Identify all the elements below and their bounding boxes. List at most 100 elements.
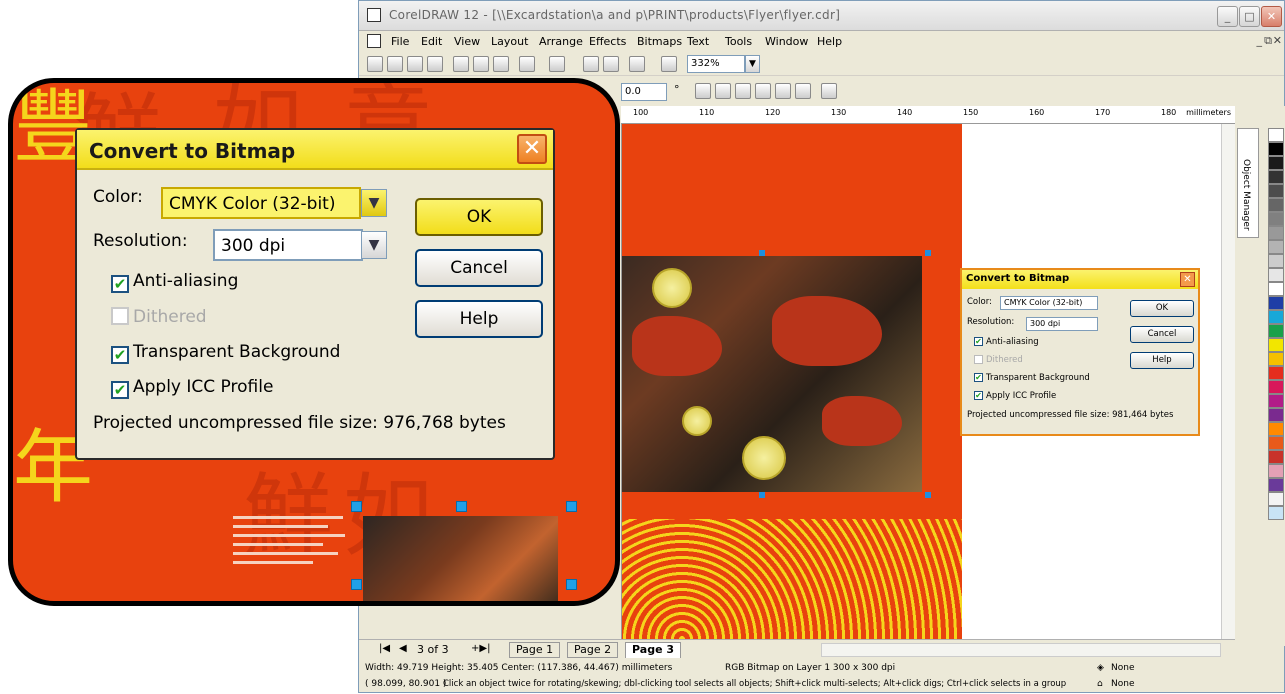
doc-close-button[interactable]: ✕ xyxy=(1273,34,1282,47)
vertical-scrollbar[interactable] xyxy=(1221,124,1235,639)
selection-handle[interactable] xyxy=(351,579,362,590)
menu-help[interactable]: Help xyxy=(817,35,842,48)
color-swatch[interactable] xyxy=(1268,506,1284,520)
selection-handle[interactable] xyxy=(566,501,577,512)
tab-page-3[interactable]: Page 3 xyxy=(625,642,682,658)
minimize-button[interactable]: _ xyxy=(1217,6,1238,27)
selection-handle[interactable] xyxy=(566,579,577,590)
help-button[interactable]: Help xyxy=(1130,352,1194,369)
color-swatch[interactable] xyxy=(1268,296,1284,310)
color-swatch[interactable] xyxy=(1268,436,1284,450)
anti-aliasing-checkbox[interactable]: ✔ Anti-aliasing xyxy=(974,337,1039,347)
flyer-page[interactable] xyxy=(622,124,962,639)
menu-bitmaps[interactable]: Bitmaps xyxy=(637,35,682,48)
open-icon[interactable] xyxy=(387,56,403,72)
copy-icon[interactable] xyxy=(473,56,489,72)
chevron-down-icon[interactable]: ▼ xyxy=(361,231,387,259)
selection-handle[interactable] xyxy=(351,501,362,512)
drawing-canvas[interactable]: Convert to Bitmap ✕ Color: CMYK Color (3… xyxy=(621,124,1221,639)
transparent-background-checkbox[interactable]: ✔ Transparent Background xyxy=(974,373,1090,383)
edit-bitmap-icon[interactable] xyxy=(755,83,771,99)
cancel-button[interactable]: Cancel xyxy=(415,249,543,287)
selection-handle[interactable] xyxy=(759,492,765,498)
color-swatch[interactable] xyxy=(1268,198,1284,212)
color-swatch[interactable] xyxy=(1268,254,1284,268)
color-swatch[interactable] xyxy=(1268,422,1284,436)
menu-edit[interactable]: Edit xyxy=(421,35,442,48)
bitmap-color-mask-icon[interactable] xyxy=(821,83,837,99)
color-swatch[interactable] xyxy=(1268,492,1284,506)
no-color-swatch[interactable] xyxy=(1268,128,1284,142)
close-button[interactable]: ✕ xyxy=(1261,6,1282,27)
color-swatch[interactable] xyxy=(1268,478,1284,492)
color-swatch[interactable] xyxy=(1268,450,1284,464)
print-icon[interactable] xyxy=(427,56,443,72)
color-swatch[interactable] xyxy=(1268,380,1284,394)
corel-online-icon[interactable] xyxy=(661,56,677,72)
help-button[interactable]: Help xyxy=(415,300,543,338)
paste-icon[interactable] xyxy=(493,56,509,72)
save-icon[interactable] xyxy=(407,56,423,72)
resolution-select[interactable]: 300 dpi xyxy=(213,229,363,261)
menu-layout[interactable]: Layout xyxy=(491,35,528,48)
zoom-dropdown-icon[interactable]: ▼ xyxy=(745,55,760,73)
wrap-text-icon[interactable] xyxy=(695,83,711,99)
color-swatch[interactable] xyxy=(1268,394,1284,408)
ok-button[interactable]: OK xyxy=(1130,300,1194,317)
color-swatch[interactable] xyxy=(1268,184,1284,198)
tab-page-1[interactable]: Page 1 xyxy=(509,642,561,658)
maximize-button[interactable]: □ xyxy=(1239,6,1260,27)
menu-file[interactable]: File xyxy=(391,35,409,48)
zoom-level-input[interactable]: 332% xyxy=(687,55,745,73)
color-swatch[interactable] xyxy=(1268,142,1284,156)
color-swatch[interactable] xyxy=(1268,366,1284,380)
seafood-bitmap[interactable] xyxy=(622,256,922,492)
transparent-background-checkbox[interactable]: ✔ Transparent Background xyxy=(111,342,340,364)
menu-view[interactable]: View xyxy=(454,35,480,48)
menu-tools[interactable]: Tools xyxy=(725,35,752,48)
color-swatch[interactable] xyxy=(1268,170,1284,184)
color-swatch[interactable] xyxy=(1268,226,1284,240)
chevron-down-icon[interactable]: ▼ xyxy=(361,189,387,217)
horizontal-scrollbar[interactable] xyxy=(821,643,1221,657)
to-back-icon[interactable] xyxy=(735,83,751,99)
first-page-button[interactable]: |◀ xyxy=(379,643,390,654)
crab-bitmap[interactable] xyxy=(363,516,558,601)
resolution-select[interactable]: 300 dpi xyxy=(1026,317,1098,331)
ok-button[interactable]: OK xyxy=(415,198,543,236)
dialog-close-button[interactable]: ✕ xyxy=(1180,272,1195,287)
color-swatch[interactable] xyxy=(1268,240,1284,254)
selection-handle[interactable] xyxy=(759,250,765,256)
menu-effects[interactable]: Effects xyxy=(589,35,626,48)
color-swatch[interactable] xyxy=(1268,464,1284,478)
color-select[interactable]: CMYK Color (32-bit) xyxy=(1000,296,1098,310)
color-swatch[interactable] xyxy=(1268,338,1284,352)
color-swatch[interactable] xyxy=(1268,324,1284,338)
doc-restore-button[interactable]: ⧉ xyxy=(1264,34,1272,48)
color-select[interactable]: CMYK Color (32-bit) xyxy=(161,187,361,219)
color-swatch[interactable] xyxy=(1268,310,1284,324)
menu-arrange[interactable]: Arrange xyxy=(539,35,583,48)
previous-page-button[interactable]: ◀ xyxy=(399,643,407,654)
color-swatch[interactable] xyxy=(1268,282,1284,296)
cut-icon[interactable] xyxy=(453,56,469,72)
anti-aliasing-checkbox[interactable]: ✔ Anti-aliasing xyxy=(111,271,238,293)
color-swatch[interactable] xyxy=(1268,352,1284,366)
menu-window[interactable]: Window xyxy=(765,35,808,48)
resample-icon[interactable] xyxy=(795,83,811,99)
selection-handle[interactable] xyxy=(925,492,931,498)
selection-handle[interactable] xyxy=(456,501,467,512)
color-swatch[interactable] xyxy=(1268,408,1284,422)
new-icon[interactable] xyxy=(367,56,383,72)
export-icon[interactable] xyxy=(603,56,619,72)
redo-icon[interactable] xyxy=(549,56,565,72)
trace-bitmap-icon[interactable] xyxy=(775,83,791,99)
add-page-button[interactable]: +▶| xyxy=(471,643,490,654)
apply-icc-checkbox[interactable]: ✔ Apply ICC Profile xyxy=(974,391,1056,401)
tab-page-2[interactable]: Page 2 xyxy=(567,642,619,658)
undo-icon[interactable] xyxy=(519,56,535,72)
cancel-button[interactable]: Cancel xyxy=(1130,326,1194,343)
menu-text[interactable]: Text xyxy=(687,35,709,48)
color-swatch[interactable] xyxy=(1268,268,1284,282)
rotation-angle-input[interactable]: 0.0 xyxy=(621,83,667,101)
